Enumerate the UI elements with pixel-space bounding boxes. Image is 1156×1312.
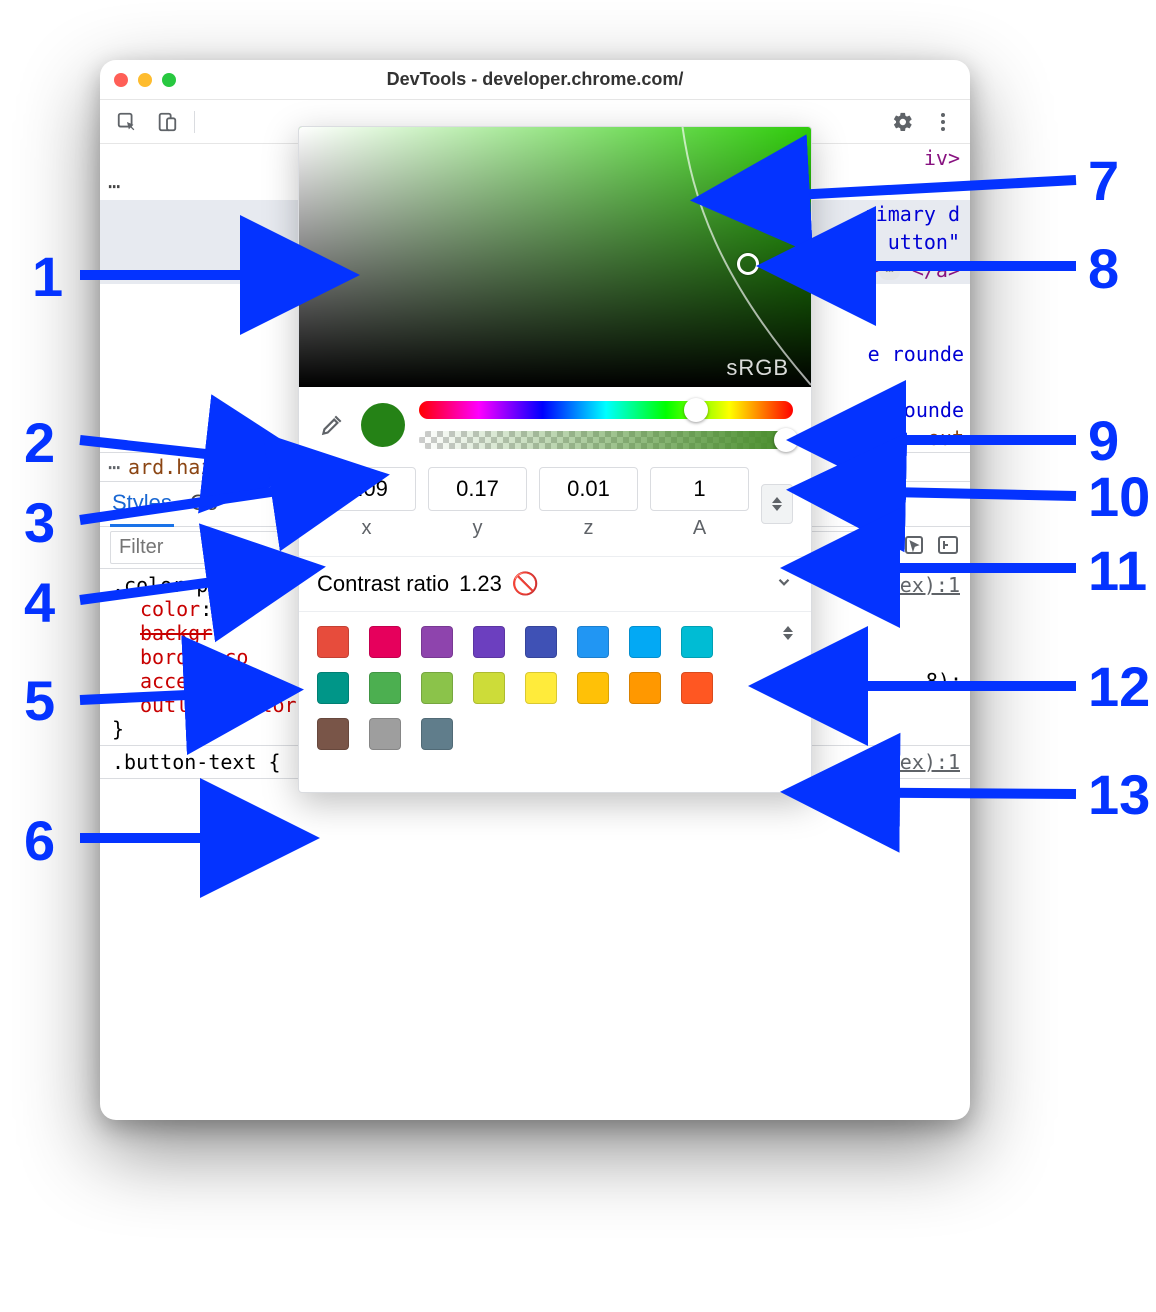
- annotation-number: 1: [32, 244, 63, 309]
- palette-swatch[interactable]: [629, 672, 661, 704]
- palette-swatch[interactable]: [473, 672, 505, 704]
- annotation-number: 3: [24, 490, 55, 555]
- palette-swatch[interactable]: [317, 626, 349, 658]
- device-toggle-icon[interactable]: [150, 105, 184, 139]
- palette-swatch[interactable]: [369, 672, 401, 704]
- alpha-slider[interactable]: [419, 431, 793, 449]
- hue-slider[interactable]: [419, 401, 793, 419]
- annotation-number: 12: [1088, 654, 1150, 719]
- contrast-expand-icon[interactable]: [775, 571, 793, 597]
- value-z-label: z: [539, 517, 638, 540]
- color-picker-popover: sRGB x: [298, 126, 812, 793]
- titlebar: DevTools - developer.chrome.com/: [100, 60, 970, 100]
- palette-swatch[interactable]: [473, 626, 505, 658]
- palette-swatch[interactable]: [577, 626, 609, 658]
- palette-swatch[interactable]: [421, 672, 453, 704]
- annotation-number: 10: [1088, 464, 1150, 529]
- contrast-fail-icon: 🚫: [512, 571, 539, 597]
- tab-styles[interactable]: Styles: [110, 482, 174, 526]
- color-swatch-icon[interactable]: [224, 602, 240, 618]
- contrast-label: Contrast ratio: [317, 571, 449, 597]
- color-palette: [299, 611, 811, 782]
- contrast-row[interactable]: Contrast ratio 1.23 🚫: [299, 556, 811, 611]
- palette-swatch[interactable]: [525, 626, 557, 658]
- value-a-input[interactable]: [650, 467, 749, 511]
- annotation-number: 8: [1088, 236, 1119, 301]
- palette-row: [317, 672, 793, 704]
- rule-source-link[interactable]: (index):1: [852, 750, 960, 774]
- value-z-input[interactable]: [539, 467, 638, 511]
- annotation-number: 13: [1088, 762, 1150, 827]
- alpha-slider-thumb[interactable]: [774, 428, 798, 452]
- close-icon[interactable]: [114, 73, 128, 87]
- hov-icon[interactable]: [902, 533, 926, 562]
- value-a-label: A: [650, 517, 749, 540]
- annotation-number: 7: [1088, 148, 1119, 213]
- gamut-label: sRGB: [726, 355, 789, 381]
- contrast-value: 1.23: [459, 571, 502, 597]
- color-spectrum-cursor[interactable]: [737, 253, 759, 275]
- palette-swatch[interactable]: [629, 626, 661, 658]
- more-options-icon[interactable]: [926, 105, 960, 139]
- eyedropper-icon[interactable]: [317, 410, 347, 440]
- value-x-label: x: [317, 517, 416, 540]
- settings-gear-icon[interactable]: [886, 105, 920, 139]
- palette-swatch[interactable]: [421, 718, 453, 750]
- palette-swatch[interactable]: [421, 626, 453, 658]
- tab-computed[interactable]: Co: [188, 482, 220, 526]
- rule-source-link[interactable]: (index):1: [852, 573, 960, 597]
- annotation-number: 11: [1088, 538, 1147, 603]
- palette-swatch[interactable]: [681, 626, 713, 658]
- annotation-number: 4: [24, 570, 55, 635]
- hue-slider-thumb[interactable]: [684, 398, 708, 422]
- value-y-label: y: [428, 517, 527, 540]
- annotation-number: 2: [24, 410, 55, 475]
- minimize-icon[interactable]: [138, 73, 152, 87]
- annotation-number: 6: [24, 808, 55, 873]
- window-title: DevTools - developer.chrome.com/: [100, 69, 970, 90]
- palette-swatch[interactable]: [681, 672, 713, 704]
- color-spectrum[interactable]: sRGB: [299, 127, 811, 387]
- palette-row: [317, 718, 793, 750]
- traffic-lights: [114, 73, 176, 87]
- palette-toggle[interactable]: [783, 626, 793, 640]
- value-y-input[interactable]: [428, 467, 527, 511]
- palette-swatch[interactable]: [577, 672, 609, 704]
- current-color-swatch: [361, 403, 405, 447]
- inspect-element-icon[interactable]: [110, 105, 144, 139]
- palette-swatch[interactable]: [369, 718, 401, 750]
- palette-swatch[interactable]: [317, 672, 349, 704]
- maximize-icon[interactable]: [162, 73, 176, 87]
- color-format-toggle[interactable]: [761, 484, 793, 524]
- palette-row: [317, 626, 793, 658]
- annotation-number: 5: [24, 668, 55, 733]
- palette-swatch[interactable]: [525, 672, 557, 704]
- palette-swatch[interactable]: [369, 626, 401, 658]
- cls-icon[interactable]: [936, 533, 960, 562]
- value-x-input[interactable]: [317, 467, 416, 511]
- palette-swatch[interactable]: [317, 718, 349, 750]
- toolbar-separator: [194, 111, 195, 133]
